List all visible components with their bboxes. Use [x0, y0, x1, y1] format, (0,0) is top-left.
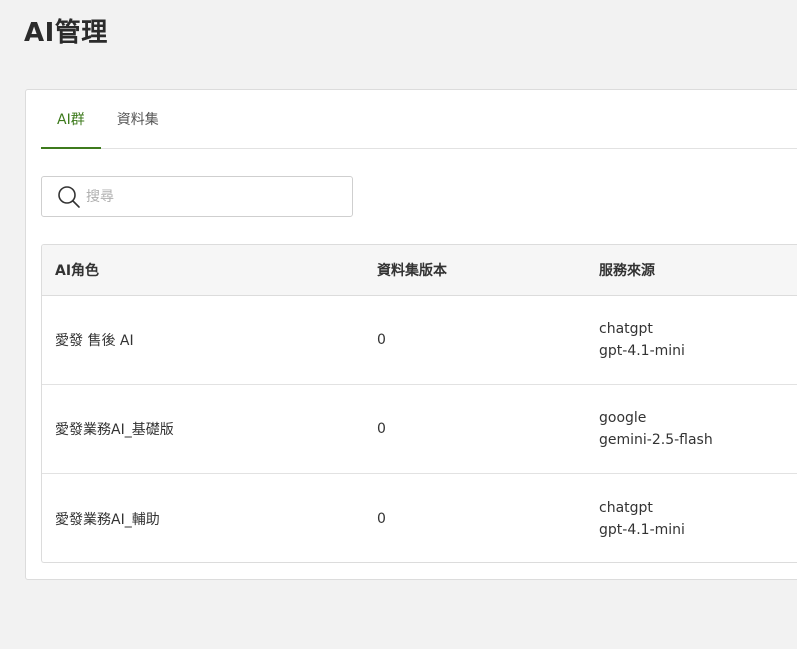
source-model: gpt-4.1-mini	[599, 343, 685, 359]
cell-version: 0	[377, 510, 386, 527]
cell-source: chatgpt gpt-4.1-mini	[599, 498, 685, 540]
table-header: AI角色 資料集版本 服務來源	[42, 245, 797, 296]
tab-bar: AI群 資料集	[41, 90, 797, 149]
ai-table: AI角色 資料集版本 服務來源 愛發 售後 AI 0 chatgpt gpt-4…	[41, 244, 797, 563]
table-row[interactable]: 愛發業務AI_輔助 0 chatgpt gpt-4.1-mini	[42, 474, 797, 562]
page-title: AI管理	[24, 18, 108, 48]
table-row[interactable]: 愛發 售後 AI 0 chatgpt gpt-4.1-mini	[42, 296, 797, 385]
search-icon	[56, 184, 82, 210]
cell-role: 愛發 售後 AI	[55, 333, 134, 349]
cell-source: chatgpt gpt-4.1-mini	[599, 319, 685, 361]
table-row[interactable]: 愛發業務AI_基礎版 0 google gemini-2.5-flash	[42, 385, 797, 474]
main-card: AI群 資料集 AI角色 資料集版本 服務來源 愛發 售後 AI 0 chatg…	[25, 89, 797, 580]
source-provider: google	[599, 410, 647, 426]
header-dataset-version[interactable]: 資料集版本	[377, 260, 447, 280]
cell-role: 愛發業務AI_基礎版	[55, 422, 174, 438]
tab-dataset[interactable]: 資料集	[101, 89, 175, 148]
cell-source: google gemini-2.5-flash	[599, 408, 713, 450]
cell-version: 0	[377, 332, 386, 348]
header-ai-role[interactable]: AI角色	[55, 260, 99, 280]
header-service-source[interactable]: 服務來源	[599, 260, 655, 280]
source-model: gpt-4.1-mini	[599, 521, 685, 538]
tab-ai-group[interactable]: AI群	[41, 89, 101, 149]
cell-version: 0	[377, 421, 386, 437]
cell-role: 愛發業務AI_輔助	[55, 511, 160, 528]
search-box[interactable]	[41, 176, 353, 217]
search-input[interactable]	[86, 188, 326, 205]
source-provider: chatgpt	[599, 499, 653, 516]
source-model: gemini-2.5-flash	[599, 432, 713, 448]
source-provider: chatgpt	[599, 321, 653, 337]
